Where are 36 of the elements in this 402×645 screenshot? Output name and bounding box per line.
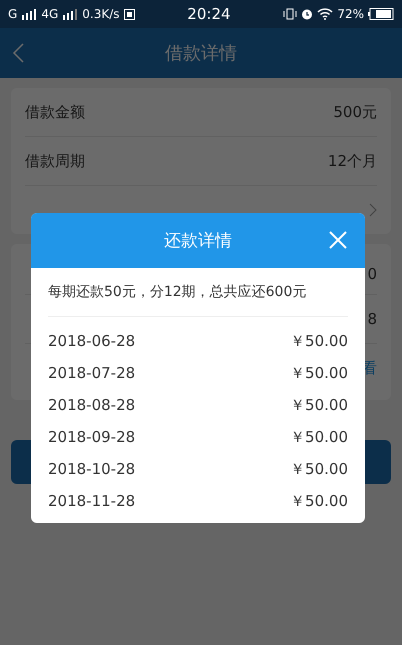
row-value: 8 [367,310,377,328]
signal-icon [21,8,38,20]
row-label: 借款周期 [25,152,85,170]
network-label: G [8,7,18,21]
network-label: 4G [41,7,58,21]
wifi-icon [317,8,334,20]
clock-time: 20:24 [187,5,231,23]
repayment-summary: 每期还款50元，分12期，总共应还600元 [48,268,348,317]
row-value: 0 [367,265,377,283]
alarm-icon [301,8,314,20]
due-date: 2018-09-28 [48,428,136,446]
page-title: 借款详情 [165,42,237,65]
due-amount: ￥50.00 [290,332,348,350]
close-icon[interactable] [329,231,347,249]
due-amount: ￥50.00 [290,396,348,414]
dialog-title: 还款详情 [164,230,232,252]
sim-icon [124,8,134,20]
row-label: 借款金额 [25,102,85,122]
due-date: 2018-11-28 [48,492,136,510]
due-amount: ￥50.00 [290,364,348,382]
due-date: 2018-08-28 [48,396,136,414]
due-date: 2018-07-28 [48,364,136,382]
chevron-icon [369,203,377,217]
due-amount: ￥50.00 [290,460,348,478]
due-amount: ￥50.00 [290,428,348,446]
battery-percent: 72% [337,7,364,21]
row-value: 12个月 [328,152,377,170]
battery-icon [368,8,394,20]
row-value: 500元 [333,102,377,122]
back-icon[interactable] [12,43,24,63]
due-date: 2018-10-28 [48,460,136,478]
speed-label: 0.3K/s [82,7,120,21]
signal-icon [62,8,78,20]
due-date: 2018-06-28 [48,332,136,350]
due-amount: ￥50.00 [290,492,348,510]
vibrate-icon [283,8,298,20]
